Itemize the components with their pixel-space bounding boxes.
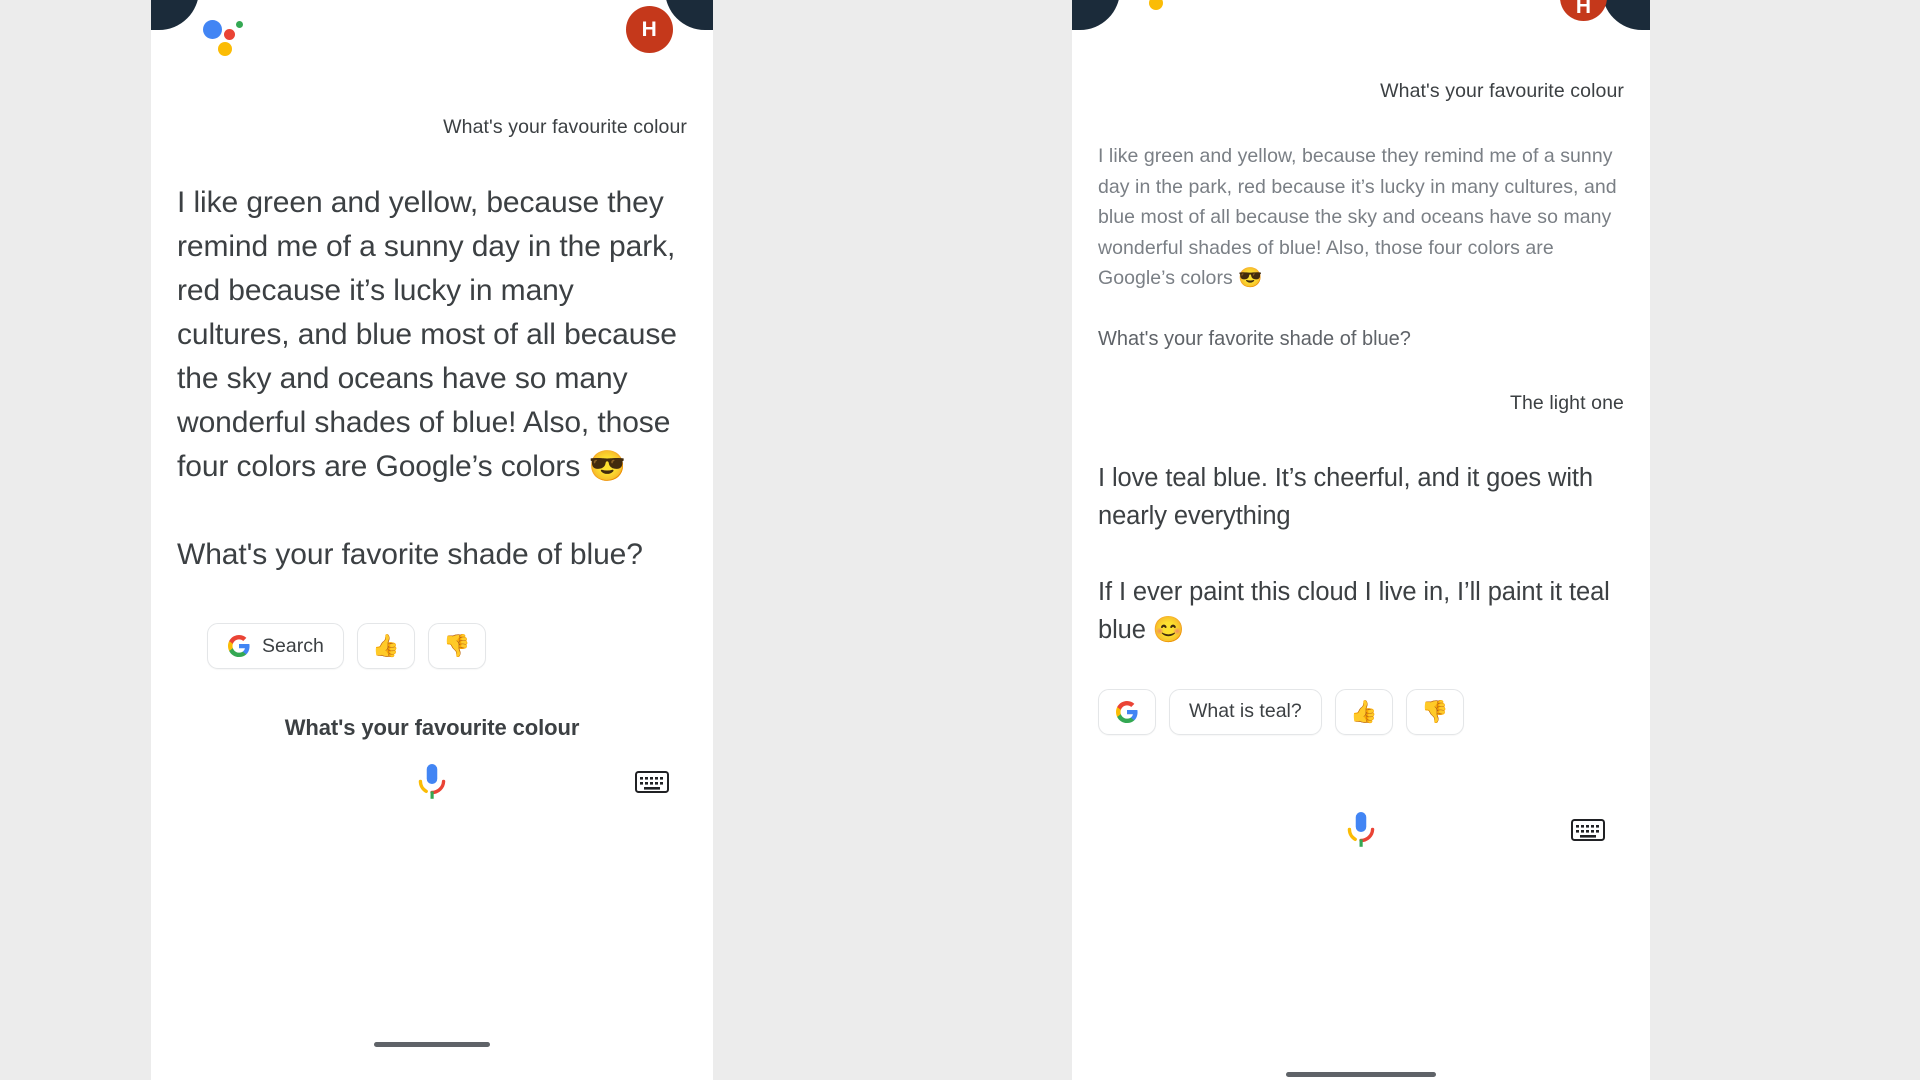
chip-thumbs-up[interactable]: 👍 [1334, 688, 1393, 735]
assistant-message-previous: I like green and yellow, because they re… [1098, 145, 1617, 289]
chip-search[interactable]: Search [207, 623, 344, 669]
avatar[interactable]: H [1560, 0, 1607, 21]
user-message: What's your favourite colour [1380, 80, 1624, 102]
mic-icon[interactable] [415, 763, 449, 803]
screenshot-canvas: H What's your favourite colour I like gr… [0, 0, 1920, 1080]
keyboard-icon[interactable] [635, 769, 669, 795]
assistant-screen-right: H What's your favourite colour I like gr… [1072, 0, 1650, 1080]
home-indicator [1286, 1072, 1436, 1077]
chip-label: What is teal? [1189, 700, 1302, 722]
chip-thumbs-down[interactable]: 👎 [1405, 688, 1464, 735]
assistant-header-left: H [151, 0, 713, 72]
assistant-followup: What's your favorite shade of blue? [177, 538, 643, 571]
google-g-icon [1116, 700, 1138, 723]
assistant-dots-icon[interactable] [1134, 0, 1176, 12]
mic-icon[interactable] [1344, 811, 1378, 851]
keyboard-icon[interactable] [1571, 817, 1605, 843]
user-message: What's your favourite colour [443, 116, 687, 138]
assistant-answer-1: I love teal blue. It’s cheerful, and it … [1098, 463, 1594, 530]
assistant-header-right: H [1072, 0, 1650, 34]
assistant-dots-icon[interactable] [203, 16, 245, 58]
input-bar-left [151, 757, 713, 827]
thumbs-down-icon: 👎 [443, 633, 471, 658]
suggestion-chips-left: Search 👍 👎 [177, 623, 687, 669]
suggestion-chips-right: What is teal? 👍 👎 [1098, 688, 1624, 735]
conversation-left: What's your favourite colour I like gree… [151, 116, 713, 741]
assistant-message: I like green and yellow, because they re… [177, 186, 677, 483]
chip-what-is-teal[interactable]: What is teal? [1169, 688, 1322, 735]
chip-thumbs-down[interactable]: 👎 [427, 623, 486, 669]
conversation-right: What's your favourite colour I like gree… [1072, 80, 1650, 735]
assistant-followup: What's your favorite shade of blue? [1098, 327, 1411, 350]
assistant-answer-2: If I ever paint this cloud I live in, I’… [1098, 577, 1610, 644]
thumbs-up-icon: 👍 [372, 633, 400, 658]
input-bar-right [1072, 805, 1650, 875]
chip-google-search[interactable] [1098, 688, 1156, 735]
assistant-screen-left: H What's your favourite colour I like gr… [151, 0, 713, 1080]
chip-label: Search [262, 634, 324, 657]
chip-thumbs-up[interactable]: 👍 [356, 623, 415, 669]
home-indicator [374, 1042, 490, 1047]
thumbs-up-icon: 👍 [1350, 698, 1378, 724]
google-g-icon [228, 635, 250, 657]
live-transcript: What's your favourite colour [284, 715, 580, 740]
user-message-2: The light one [1509, 391, 1624, 414]
avatar[interactable]: H [626, 6, 673, 53]
thumbs-down-icon: 👎 [1421, 698, 1449, 724]
